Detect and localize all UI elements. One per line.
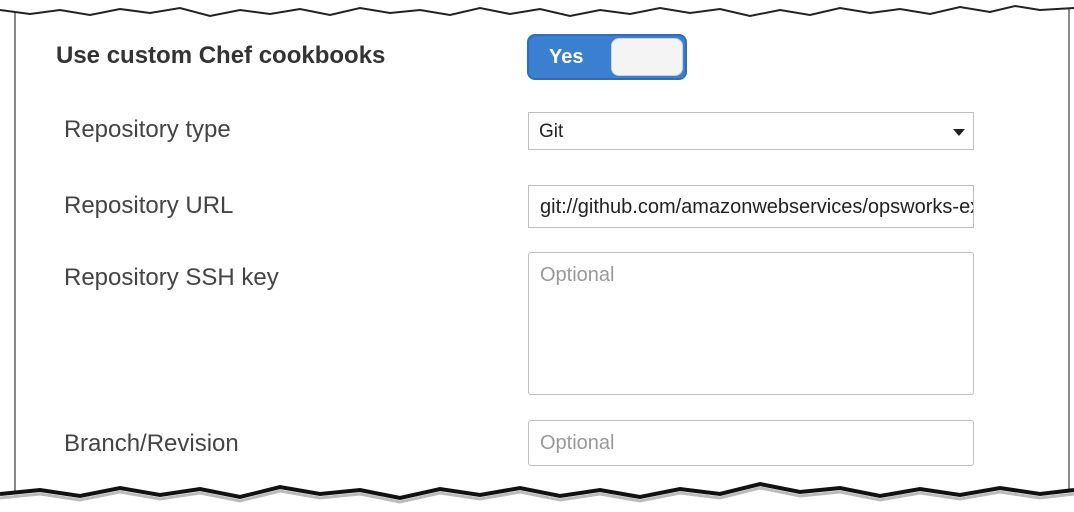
torn-edge-top bbox=[0, 0, 1074, 18]
repository-ssh-key-label: Repository SSH key bbox=[64, 264, 279, 291]
toggle-yes-label: Yes bbox=[549, 46, 584, 68]
repository-url-value: git://github.com/amazonwebservices/opswo… bbox=[540, 196, 973, 218]
repository-ssh-key-textarea[interactable]: Optional bbox=[528, 252, 974, 395]
caret-down-icon bbox=[953, 129, 965, 136]
repository-ssh-key-placeholder: Optional bbox=[540, 264, 615, 286]
branch-revision-input[interactable]: Optional bbox=[528, 420, 974, 466]
custom-cookbooks-label: Use custom Chef cookbooks bbox=[56, 42, 386, 69]
repository-url-input[interactable]: git://github.com/amazonwebservices/opswo… bbox=[528, 185, 974, 228]
torn-edge-bottom bbox=[0, 481, 1074, 512]
branch-revision-label: Branch/Revision bbox=[64, 430, 239, 457]
custom-cookbooks-toggle[interactable]: Yes bbox=[527, 34, 687, 80]
repository-type-select[interactable]: Git bbox=[528, 112, 974, 150]
repository-type-value: Git bbox=[539, 121, 564, 142]
repository-url-label: Repository URL bbox=[64, 192, 234, 219]
repository-type-label: Repository type bbox=[64, 116, 231, 143]
toggle-knob[interactable] bbox=[611, 38, 683, 76]
branch-revision-placeholder: Optional bbox=[540, 432, 615, 454]
